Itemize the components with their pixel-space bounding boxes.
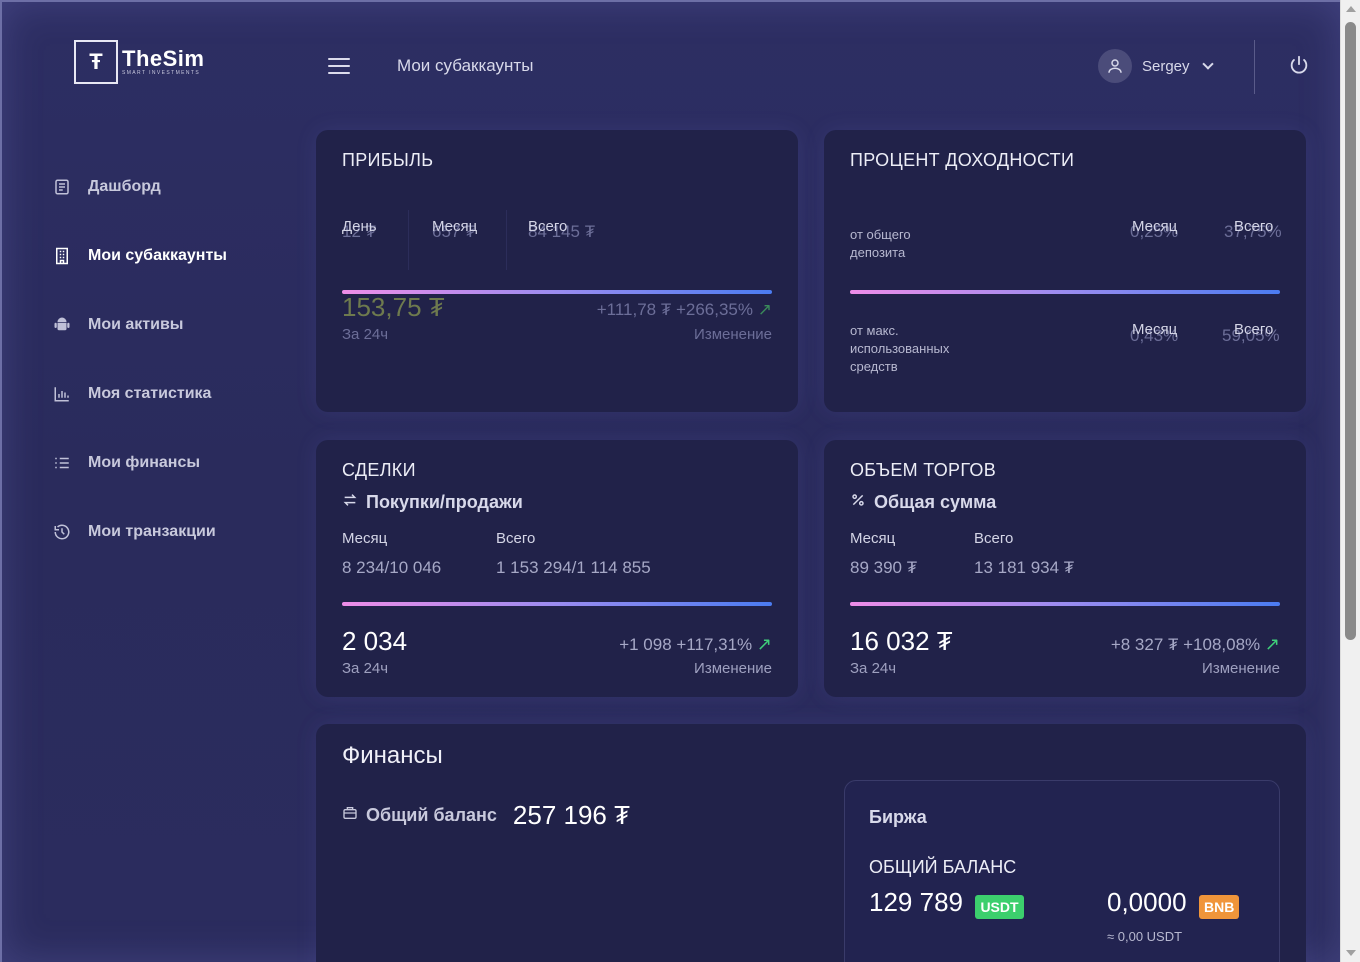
- building-icon: [52, 246, 72, 266]
- percent-icon: [850, 492, 866, 513]
- profit-change: +111,78 ₮ +266,35% ↗: [596, 300, 772, 319]
- user-menu[interactable]: Sergey: [1098, 49, 1214, 83]
- balance-value: 257 196 ₮: [512, 800, 630, 830]
- tab-day[interactable]: День: [342, 218, 377, 235]
- month-label: Месяц: [850, 530, 896, 547]
- swap-icon: [342, 492, 358, 513]
- list-icon: [52, 453, 72, 473]
- logo[interactable]: Ŧ TheSim SMART INVESTMENTS: [74, 40, 204, 84]
- change-caption: Изменение: [694, 660, 772, 677]
- tab-month[interactable]: Месяц: [432, 218, 477, 235]
- yield-card: ПРОЦЕНТ ДОХОДНОСТИ от общего депозита 0,…: [824, 130, 1306, 412]
- volume-card: ОБЪЕМ ТОРГОВ Общая сумма Месяц Всего 89 …: [824, 440, 1306, 697]
- android-icon: [52, 315, 72, 335]
- profit-card: ПРИБЫЛЬ 12 ₮ 657 ₮ 84 145 ₮ День Месяц В…: [316, 130, 798, 412]
- usdt-balance: 129 789 USDT: [869, 887, 1024, 919]
- value-caption: За 24ч: [850, 660, 897, 677]
- deposit-label: от общего депозита: [850, 227, 911, 260]
- section-title: Финансы: [342, 742, 443, 769]
- tab-total[interactable]: Всего: [1234, 218, 1273, 235]
- power-icon[interactable]: [1288, 54, 1310, 76]
- scrollbar[interactable]: [1340, 0, 1360, 962]
- bnb-note: ≈ 0,00 USDT: [1107, 929, 1183, 944]
- tab-total[interactable]: Всего: [528, 218, 567, 235]
- sidebar-item-label: Мои транзакции: [88, 522, 216, 540]
- card-title: ОБЪЕМ ТОРГОВ: [850, 460, 997, 480]
- month-value: 89 390 ₮: [850, 558, 918, 577]
- scroll-thumb[interactable]: [1345, 22, 1356, 640]
- volume-change: +8 327 ₮ +108,08% ↗: [1110, 634, 1280, 654]
- total-value: 13 181 934 ₮: [974, 558, 1075, 577]
- month-label: Месяц: [342, 530, 388, 547]
- change-caption: Изменение: [1202, 660, 1280, 677]
- card-title: ПРИБЫЛЬ: [342, 150, 434, 170]
- bar-chart-icon: [52, 384, 72, 404]
- profit-value: 153,75 ₮: [342, 292, 445, 322]
- sidebar-item-statistics[interactable]: Моя статистика: [52, 359, 227, 428]
- sidebar-item-label: Мои финансы: [88, 453, 201, 471]
- deals-card: СДЕЛКИ Покупки/продажи Месяц Всего 8 234…: [316, 440, 798, 697]
- bnb-balance: 0,0000 BNB: [1107, 887, 1240, 919]
- header-divider: [1254, 40, 1255, 94]
- page-title: Мои субаккаунты: [397, 56, 534, 75]
- volume-value: 16 032 ₮: [850, 626, 953, 656]
- user-name: Sergey: [1142, 57, 1190, 75]
- history-icon: [52, 522, 72, 542]
- sidebar-item-label: Мои активы: [88, 315, 184, 333]
- arrow-up-icon: ↗: [756, 634, 772, 654]
- value-caption: За 24ч: [342, 326, 389, 343]
- tab-total[interactable]: Всего: [1234, 321, 1273, 338]
- logo-name: TheSim: [122, 45, 205, 71]
- deals-value: 2 034: [342, 626, 408, 656]
- finance-card: Финансы Общий баланс 257 196 ₮ Биржа ОБЩ…: [316, 724, 1306, 962]
- sidebar-item-subaccounts[interactable]: Мои субаккаунты: [52, 221, 227, 290]
- scroll-up-icon[interactable]: [1346, 6, 1356, 12]
- sidebar-item-transactions[interactable]: Мои транзакции: [52, 497, 227, 566]
- card-title: СДЕЛКИ: [342, 460, 416, 480]
- exchange-subtitle: ОБЩИЙ БАЛАНС: [869, 857, 1017, 877]
- progress-bar: [342, 602, 772, 606]
- tab-month[interactable]: Месяц: [1132, 218, 1177, 235]
- document-icon: [52, 177, 72, 197]
- sidebar-item-label: Мои субаккаунты: [88, 246, 227, 264]
- progress-bar: [850, 290, 1280, 294]
- value-caption: За 24ч: [342, 660, 389, 677]
- sidebar-item-dashboard[interactable]: Дашборд: [52, 152, 227, 221]
- total-label: Всего: [974, 530, 1014, 547]
- sidebar-item-assets[interactable]: Мои активы: [52, 290, 227, 359]
- usdt-badge: USDT: [975, 894, 1024, 919]
- sidebar-item-finances[interactable]: Мои финансы: [52, 428, 227, 497]
- tab-month[interactable]: Месяц: [1132, 321, 1177, 338]
- sidebar: Дашборд Мои субаккаунты Мои активы Моя с…: [52, 152, 227, 566]
- total-balance: Общий баланс 257 196 ₮: [342, 800, 630, 831]
- exchange-title: Биржа: [869, 807, 927, 827]
- max-funds-label: от макс. использованных средств: [850, 323, 950, 374]
- total-value: 1 153 294/1 114 855: [496, 558, 651, 577]
- progress-bar: [850, 602, 1280, 606]
- deals-subtitle: Покупки/продажи: [342, 492, 523, 513]
- logo-tagline: SMART INVESTMENTS: [122, 69, 201, 76]
- chevron-down-icon: [1201, 57, 1214, 70]
- arrow-up-icon: ↗: [1264, 634, 1280, 654]
- deals-change: +1 098 +117,31% ↗: [619, 634, 772, 654]
- user-icon: [1098, 49, 1132, 83]
- logo-mark: Ŧ: [74, 40, 118, 84]
- change-caption: Изменение: [694, 326, 772, 343]
- scroll-down-icon[interactable]: [1346, 950, 1356, 956]
- total-label: Всего: [496, 530, 536, 547]
- wallet-icon: [342, 805, 358, 826]
- balance-label: Общий баланс: [366, 805, 497, 825]
- month-value: 8 234/10 046: [342, 558, 442, 577]
- bnb-badge: BNB: [1198, 894, 1240, 919]
- sidebar-item-label: Дашборд: [88, 177, 161, 195]
- menu-icon[interactable]: [328, 58, 350, 74]
- exchange-panel: Биржа ОБЩИЙ БАЛАНС 129 789 USDT 0,0000 B…: [844, 780, 1280, 962]
- volume-subtitle: Общая сумма: [850, 492, 996, 513]
- card-title: ПРОЦЕНТ ДОХОДНОСТИ: [850, 150, 1075, 170]
- app-window: Ŧ TheSim SMART INVESTMENTS Мои субаккаун…: [0, 0, 1340, 962]
- sidebar-item-label: Моя статистика: [88, 384, 212, 402]
